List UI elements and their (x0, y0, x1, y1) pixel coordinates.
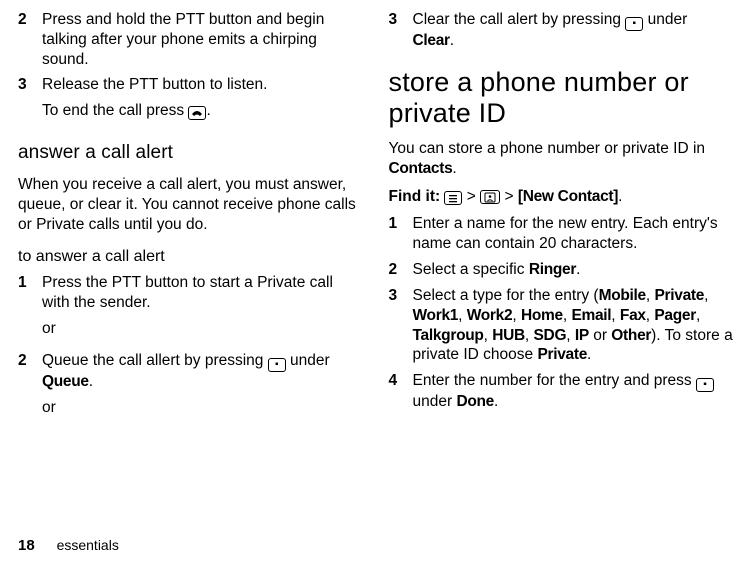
store-step-2: 2 Select a specific Ringer. (389, 260, 734, 280)
two-column-layout: 2 Press and hold the PTT button and begi… (18, 0, 733, 430)
step-number: 3 (389, 10, 413, 57)
step-text: Press and hold the PTT button and begin … (42, 10, 363, 69)
right-column: 3 Clear the call alert by pressing ▪ und… (389, 4, 734, 430)
find-it-line: Find it: > > [New Contact]. (389, 187, 734, 207)
store-step-3: 3 Select a type for the entry (Mobile, P… (389, 286, 734, 365)
heading-to-answer: to answer a call alert (18, 247, 363, 267)
step-text: Clear the call alert by pressing ▪ under… (413, 10, 734, 57)
store-step-1: 1 Enter a name for the new entry. Each e… (389, 214, 734, 254)
step-text: Enter the number for the entry and press… (413, 371, 734, 412)
store-intro: You can store a phone number or private … (389, 139, 734, 179)
heading-store-number: store a phone number or private ID (389, 67, 734, 129)
answer-step-2: 2 Queue the call allert by pressing ▪ un… (18, 351, 363, 424)
step-text: Select a type for the entry (Mobile, Pri… (413, 286, 734, 365)
step-2: 2 Press and hold the PTT button and begi… (18, 10, 363, 69)
softkey-icon: ▪ (268, 358, 286, 372)
step-number: 1 (18, 273, 42, 344)
step-number: 2 (18, 351, 42, 424)
heading-answer-call-alert: answer a call alert (18, 141, 363, 165)
page-footer: 18 essentials (18, 537, 119, 554)
answer-intro: When you receive a call alert, you must … (18, 175, 363, 234)
step-text: Press the PTT button to start a Private … (42, 273, 363, 344)
store-step-4: 4 Enter the number for the entry and pre… (389, 371, 734, 412)
step-line: To end the call press . (42, 101, 363, 121)
softkey-icon: ▪ (625, 17, 643, 31)
step-3: 3 Release the PTT button to listen. To e… (18, 75, 363, 127)
end-call-key-icon (188, 106, 206, 120)
contacts-key-icon (480, 190, 500, 204)
step-text: Queue the call allert by pressing ▪ unde… (42, 351, 363, 424)
page-number: 18 (18, 537, 35, 554)
step-number: 3 (18, 75, 42, 127)
right-step-3: 3 Clear the call alert by pressing ▪ und… (389, 10, 734, 57)
step-number: 2 (18, 10, 42, 69)
step-number: 4 (389, 371, 413, 412)
softkey-icon: ▪ (696, 378, 714, 392)
step-number: 2 (389, 260, 413, 280)
footer-section: essentials (57, 537, 119, 553)
answer-step-1: 1 Press the PTT button to start a Privat… (18, 273, 363, 344)
step-text: Release the PTT button to listen. To end… (42, 75, 363, 127)
step-line: Release the PTT button to listen. (42, 75, 363, 95)
step-text: Select a specific Ringer. (413, 260, 734, 280)
step-text: Enter a name for the new entry. Each ent… (413, 214, 734, 254)
step-number: 3 (389, 286, 413, 365)
menu-key-icon (444, 191, 462, 205)
left-column: 2 Press and hold the PTT button and begi… (18, 4, 363, 430)
step-number: 1 (389, 214, 413, 254)
